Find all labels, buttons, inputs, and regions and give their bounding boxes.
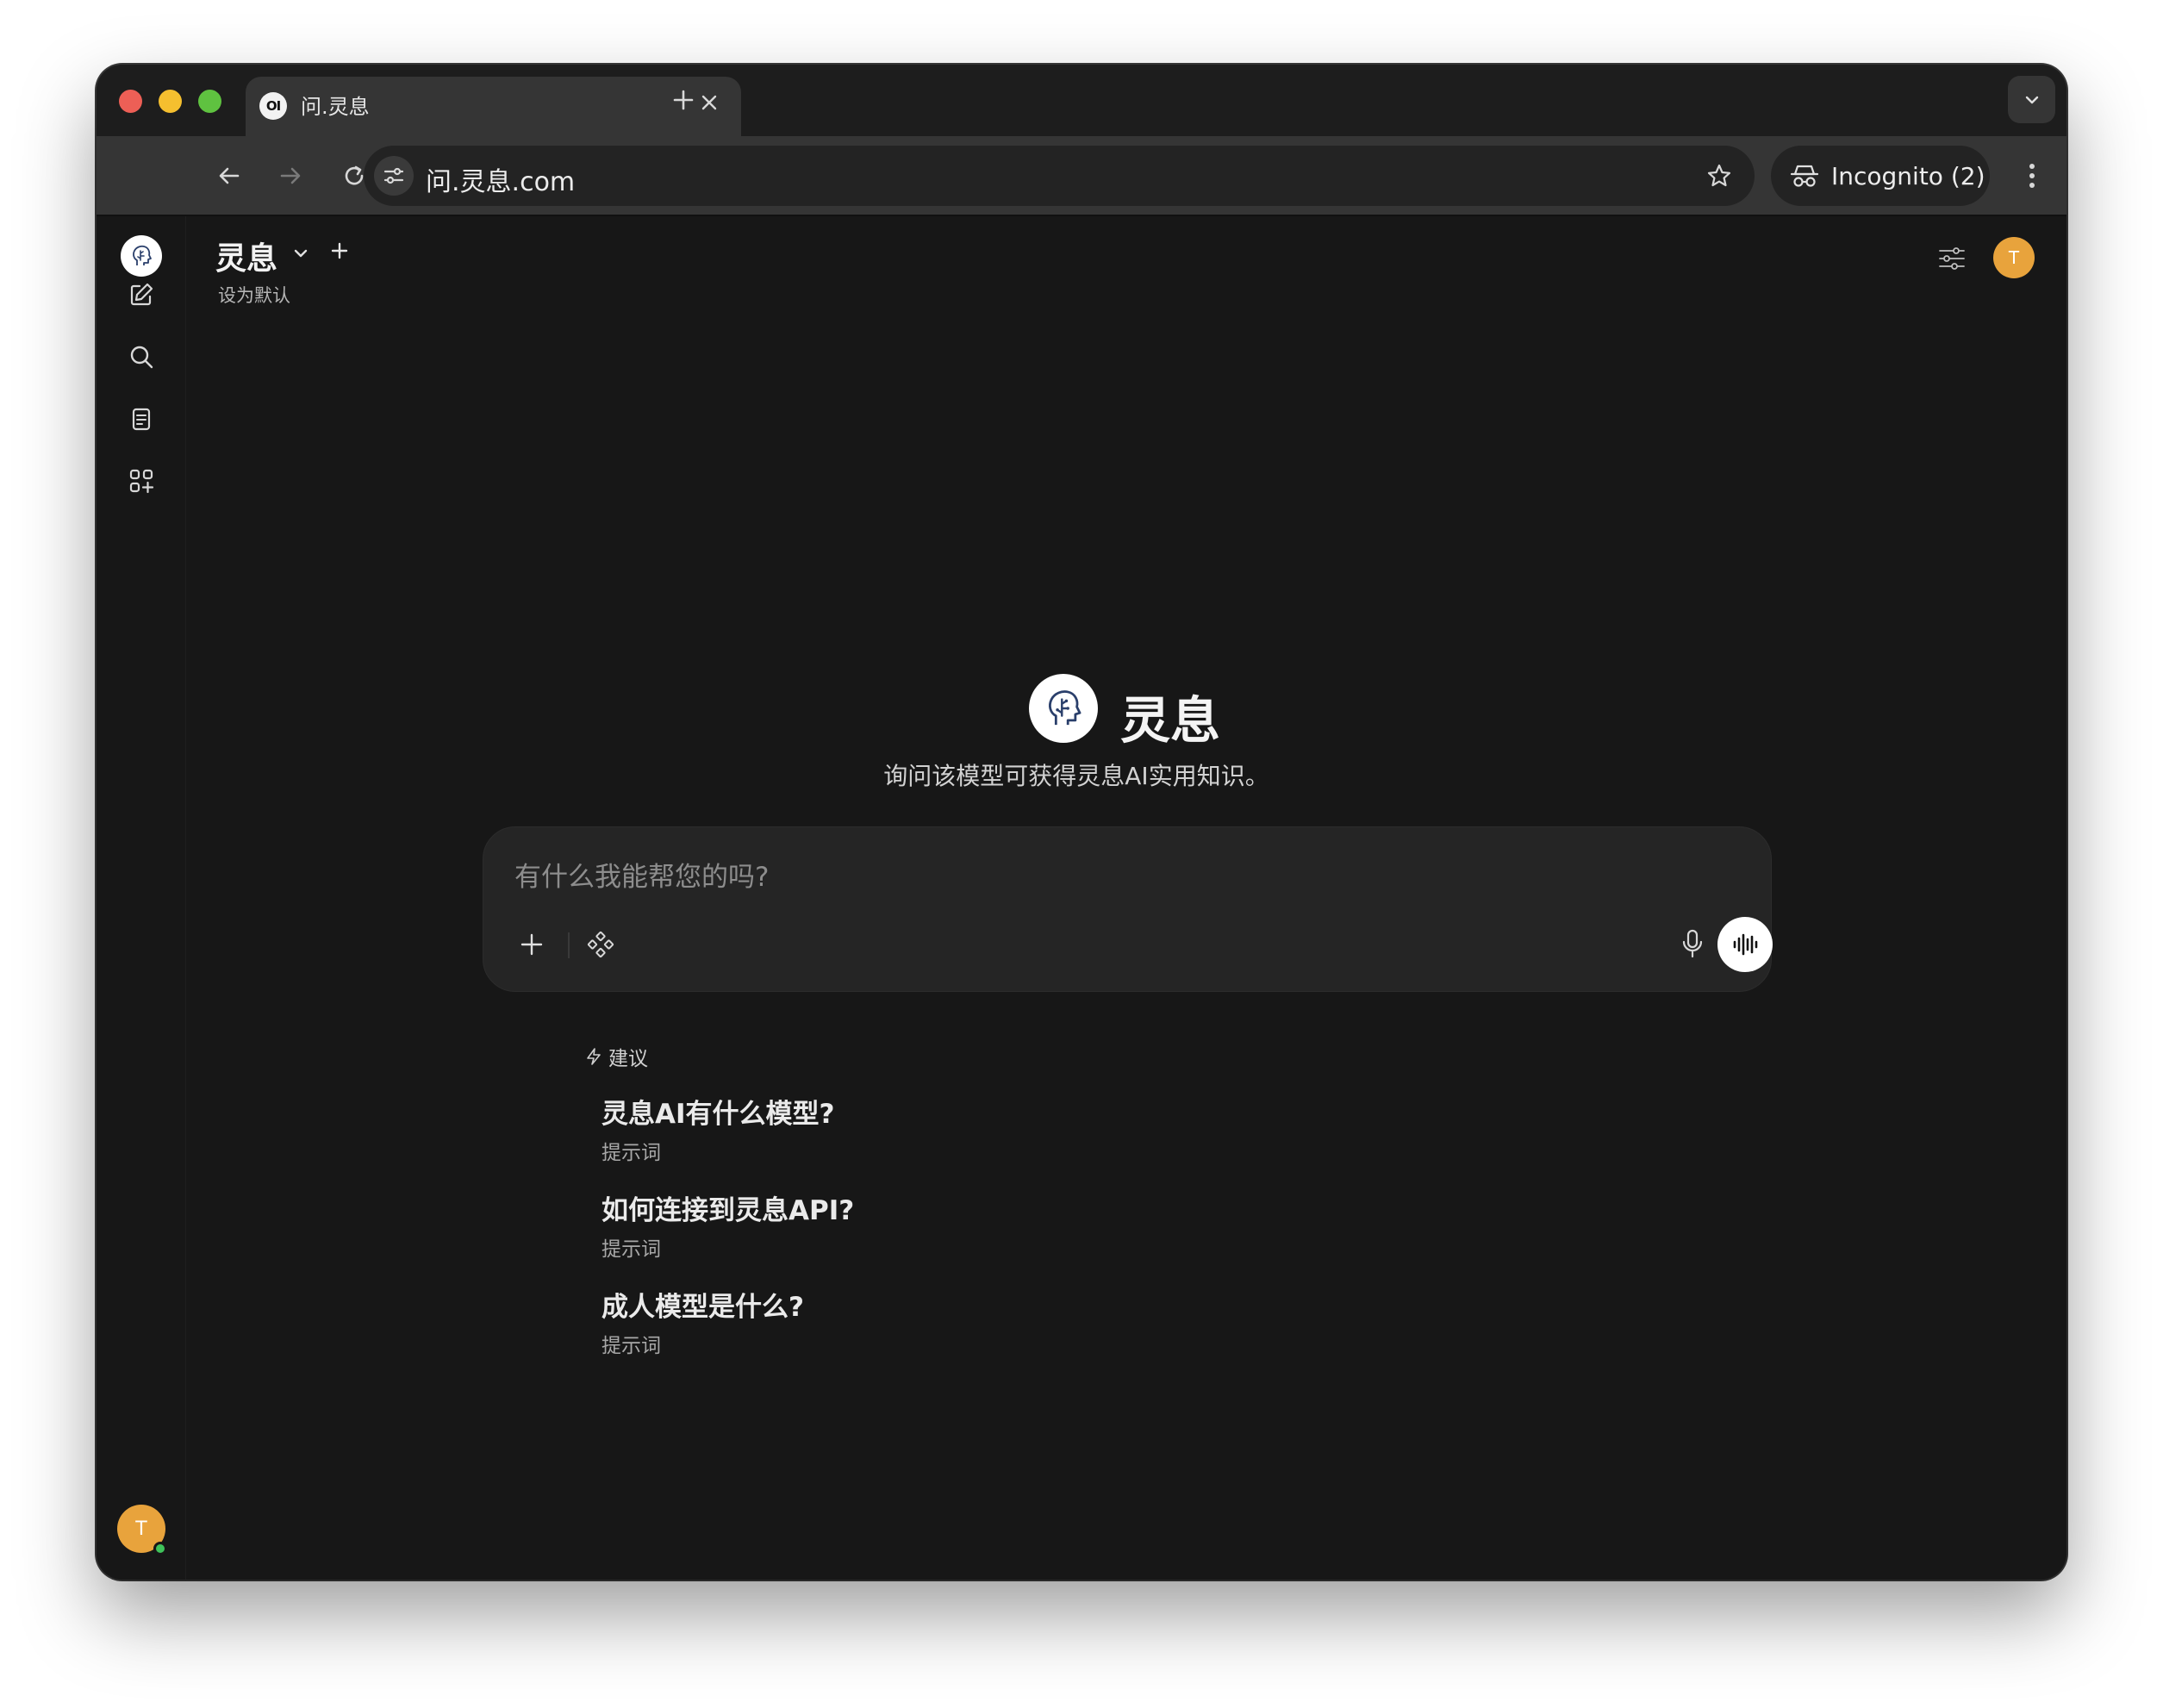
hero-subtitle-row: 询问该模型可获得灵息AI实用知识。 — [97, 757, 2066, 792]
browser-toolbar: 问.灵息.com Incognito (2) — [97, 136, 2066, 216]
maximize-window-button[interactable] — [198, 90, 221, 113]
back-button[interactable] — [205, 152, 253, 200]
suggestion-subtitle: 提示词 — [602, 1142, 661, 1164]
arrow-right-icon — [280, 167, 301, 184]
suggestion-item[interactable]: 成人模型是什么? 提示词 — [602, 1285, 804, 1358]
suggestion-item[interactable]: 灵息AI有什么模型? 提示词 — [602, 1092, 835, 1165]
attach-button[interactable] — [513, 926, 551, 963]
new-tab-button[interactable] — [662, 78, 705, 122]
tab-title: 问.灵息 — [301, 95, 370, 119]
incognito-icon — [1790, 165, 1819, 187]
hero-title: 灵息 — [1120, 691, 1221, 750]
plus-icon — [520, 933, 543, 956]
arrow-left-icon — [219, 167, 240, 184]
top-user-avatar[interactable]: T — [1993, 237, 2035, 278]
hero-subtitle: 询问该模型可获得灵息AI实用知识。 — [883, 762, 1269, 790]
chevron-down-icon — [2025, 96, 2038, 103]
model-selector[interactable]: 灵息 — [215, 234, 277, 278]
model-logo-icon — [1029, 674, 1098, 743]
add-model-button[interactable] — [324, 235, 355, 266]
address-bar[interactable]: 问.灵息.com — [364, 146, 1755, 206]
tab-search-button[interactable] — [2008, 76, 2055, 123]
incognito-label: Incognito (2) — [1831, 161, 1985, 190]
minimize-window-button[interactable] — [159, 90, 182, 113]
chevron-down-icon[interactable] — [288, 240, 314, 266]
suggestion-item[interactable]: 如何连接到灵息API? 提示词 — [602, 1188, 854, 1262]
edit-icon — [130, 283, 153, 306]
suggestion-subtitle: 提示词 — [602, 1335, 661, 1357]
url-text: 问.灵息.com — [426, 167, 576, 197]
lightning-icon — [587, 1048, 601, 1065]
site-info-button[interactable] — [374, 156, 414, 196]
new-chat-button[interactable] — [122, 275, 161, 315]
suggestions-header-label: 建议 — [608, 1048, 648, 1070]
bookmark-star-icon[interactable] — [1699, 156, 1739, 196]
suggestion-title: 成人模型是什么? — [602, 1292, 804, 1323]
suggestion-title: 如何连接到灵息API? — [602, 1195, 855, 1226]
sliders-icon — [1939, 247, 1965, 270]
chat-controls-button[interactable] — [1932, 239, 1972, 278]
set-default-link[interactable]: 设为默认 — [218, 282, 290, 308]
apps-grid-icon — [129, 469, 154, 494]
microphone-icon — [1682, 929, 1703, 958]
chat-input[interactable] — [514, 858, 1721, 896]
search-button[interactable] — [122, 337, 161, 377]
sidebar: T — [97, 216, 186, 1580]
incognito-button[interactable]: Incognito (2) — [1771, 146, 1990, 206]
tools-icon — [587, 931, 614, 958]
browser-window: OI 问.灵息 问.灵息.com Incognito (2) T 灵息 设为默认… — [97, 65, 2066, 1580]
search-icon — [130, 346, 153, 369]
plus-icon — [331, 242, 348, 259]
microphone-button[interactable] — [1673, 924, 1712, 963]
audio-waveform-icon — [1733, 933, 1758, 956]
more-vertical-icon — [2029, 164, 2035, 188]
online-status-dot — [153, 1542, 167, 1555]
notes-icon — [132, 408, 151, 431]
tab-strip: OI 问.灵息 — [97, 65, 2066, 136]
tune-icon — [383, 167, 404, 184]
suggestions-header: 建议 — [584, 1042, 648, 1071]
suggestion-title: 灵息AI有什么模型? — [602, 1099, 835, 1130]
app-logo-icon[interactable] — [121, 235, 162, 277]
forward-button[interactable] — [266, 152, 315, 200]
close-window-button[interactable] — [119, 90, 142, 113]
voice-mode-button[interactable] — [1717, 917, 1773, 972]
chat-composer — [483, 826, 1773, 992]
tools-button[interactable] — [582, 926, 620, 963]
workspace-button[interactable] — [122, 461, 161, 501]
notes-button[interactable] — [122, 399, 161, 439]
browser-menu-button[interactable] — [2008, 152, 2056, 200]
chat-app: T 灵息 设为默认 T 灵息 询问该模型可获得灵息AI实用知识。 有什么我能帮您… — [97, 216, 2066, 1580]
tab-favicon-icon: OI — [259, 92, 287, 120]
suggestion-subtitle: 提示词 — [602, 1238, 661, 1261]
composer-divider — [568, 932, 570, 958]
